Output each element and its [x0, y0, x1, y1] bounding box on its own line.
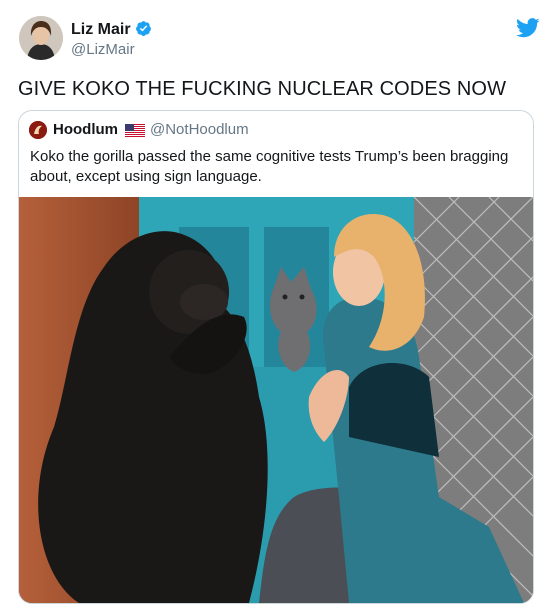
quoted-photo[interactable]: [19, 197, 533, 603]
quoted-avatar[interactable]: [29, 121, 47, 139]
tweet-text: GIVE KOKO THE FUCKING NUCLEAR CODES NOW: [18, 78, 507, 100]
avatar[interactable]: [19, 16, 63, 60]
author-handle[interactable]: @LizMair: [71, 40, 135, 60]
quoted-author-handle[interactable]: @NotHoodlum: [150, 121, 249, 139]
quoted-tweet-text: Koko the gorilla passed the same cogniti…: [30, 148, 509, 185]
us-flag-icon: [125, 124, 145, 142]
quoted-tweet[interactable]: Hoodlum @NotHoodlum Koko the gorilla pas…: [18, 110, 534, 604]
twitter-bird-icon[interactable]: [516, 18, 540, 43]
tweet-card: Liz Mair @LizMair GIVE KOKO THE FUCKING …: [0, 0, 558, 612]
author-name[interactable]: Liz Mair: [71, 21, 131, 38]
verified-badge-icon: [135, 20, 152, 43]
quoted-author-name[interactable]: Hoodlum: [53, 121, 118, 139]
